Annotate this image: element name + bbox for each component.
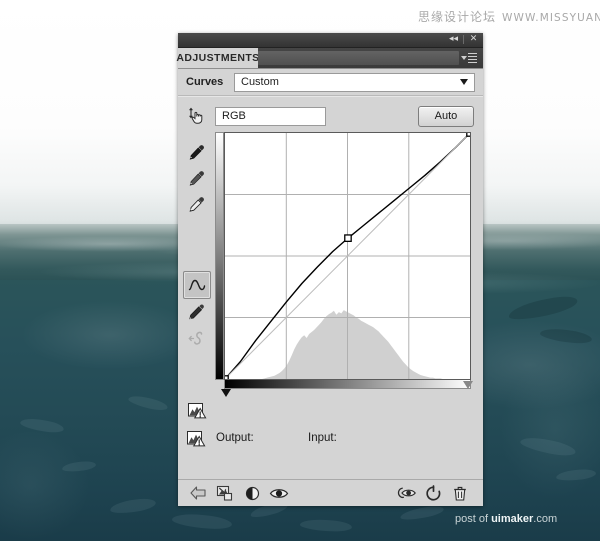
curves-display-options-icon[interactable] xyxy=(185,428,207,448)
return-to-adjustment-list-icon[interactable] xyxy=(186,482,210,504)
watermark-top-url: WWW.MISSYUAN.COM xyxy=(502,12,600,24)
watermark-bottom-suffix: .com xyxy=(533,513,557,525)
smooth-curve-icon[interactable] xyxy=(184,325,210,351)
toggle-mask-icon[interactable] xyxy=(240,482,264,504)
screenshot-root: 思缘设计论坛 WWW.MISSYUAN.COM post of uimaker.c… xyxy=(0,0,600,541)
preset-dropdown[interactable]: Custom xyxy=(234,73,475,92)
adjustments-panel: ◂◂ ✕ ADJUSTMENTS Curves Custom xyxy=(178,33,483,506)
watermark-top-cn: 思缘设计论坛 xyxy=(418,10,496,24)
light-caustic xyxy=(20,300,200,370)
curve-canvas[interactable] xyxy=(224,132,471,380)
panel-body: RGB Auto xyxy=(178,97,483,423)
watermark-bottom-prefix: post of xyxy=(455,513,491,525)
panel-tab-row: ADJUSTMENTS xyxy=(178,48,483,69)
input-label: Input: xyxy=(308,432,337,444)
hamburger-lines-icon xyxy=(468,53,477,64)
curve-graph-area xyxy=(215,132,471,388)
curves-tool-column xyxy=(178,97,215,423)
toggle-visibility-eye-icon[interactable] xyxy=(267,482,291,504)
black-point-slider[interactable] xyxy=(221,389,231,397)
background-blur-shape xyxy=(500,360,600,500)
output-input-row: Output: Input: xyxy=(178,423,483,453)
chevron-down-icon xyxy=(461,56,467,60)
watermark-top: 思缘设计论坛 WWW.MISSYUAN.COM xyxy=(418,8,600,25)
channel-dropdown-value: RGB xyxy=(222,110,246,122)
titlebar-separator xyxy=(463,35,464,44)
pencil-tool-icon[interactable] xyxy=(184,299,210,325)
panel-titlebar[interactable]: ◂◂ ✕ xyxy=(178,33,483,48)
white-point-slider[interactable] xyxy=(463,389,473,397)
graph-bottom-gap xyxy=(215,388,474,402)
close-icon[interactable]: ✕ xyxy=(467,34,480,45)
output-label: Output: xyxy=(216,432,308,444)
black-point-eyedropper-icon[interactable] xyxy=(184,139,210,165)
curves-display-options-icon[interactable] xyxy=(184,397,210,423)
delete-adjustment-trash-icon[interactable] xyxy=(448,482,472,504)
preview-previous-state-icon[interactable] xyxy=(394,482,418,504)
gray-point-eyedropper-icon[interactable] xyxy=(184,165,210,191)
reset-adjustment-icon[interactable] xyxy=(421,482,445,504)
channel-dropdown[interactable]: RGB xyxy=(215,107,326,126)
on-image-adjust-icon[interactable] xyxy=(184,103,210,129)
chevron-down-icon xyxy=(460,79,468,85)
white-point-eyedropper-icon[interactable] xyxy=(184,191,210,217)
watermark-bottom: post of uimaker.com xyxy=(455,513,557,525)
panel-menu-icon[interactable] xyxy=(461,52,479,64)
adjustment-type-label: Curves xyxy=(186,76,234,88)
collapse-double-arrow-icon[interactable]: ◂◂ xyxy=(447,34,460,45)
input-gradient-bar xyxy=(224,380,471,389)
panel-footer xyxy=(178,479,483,506)
watermark-bottom-brand: uimaker xyxy=(491,513,533,525)
tab-empty-area xyxy=(258,51,459,65)
curve-plot[interactable] xyxy=(225,133,470,379)
curves-main-column: RGB Auto xyxy=(215,97,483,423)
clip-to-layer-icon[interactable] xyxy=(213,482,237,504)
channel-row: RGB Auto xyxy=(215,103,474,129)
auto-button[interactable]: Auto xyxy=(418,106,474,127)
panel-spacer xyxy=(178,453,483,479)
tab-adjustments[interactable]: ADJUSTMENTS xyxy=(178,48,258,68)
output-gradient-bar xyxy=(215,132,224,380)
preset-dropdown-value: Custom xyxy=(241,76,279,88)
curve-tool-icon[interactable] xyxy=(183,271,211,299)
preset-row: Curves Custom xyxy=(178,69,483,95)
panel-titlebar-buttons: ◂◂ ✕ xyxy=(447,34,480,45)
